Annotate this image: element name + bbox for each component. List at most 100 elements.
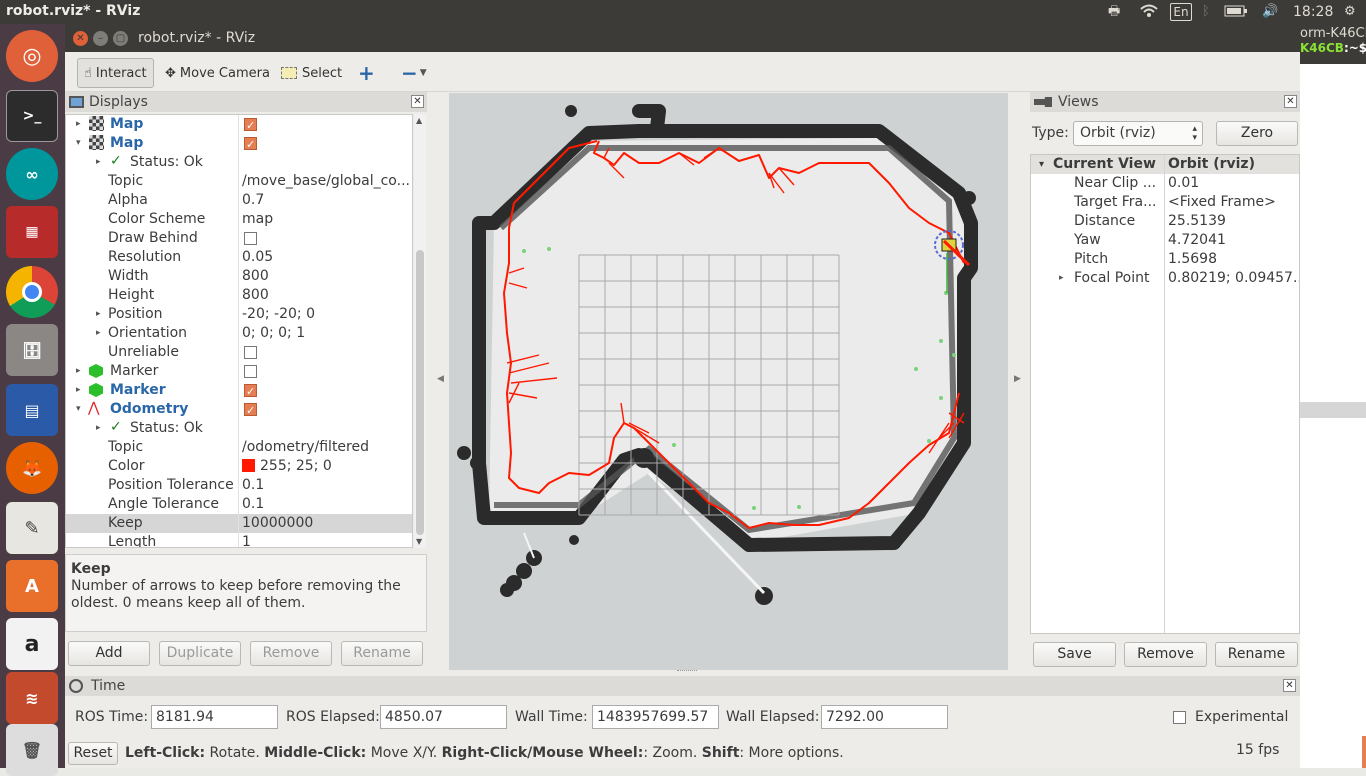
view-property-row[interactable]: Target Fra... <Fixed Frame> (1031, 193, 1299, 212)
background-terminal[interactable]: orm-K46CE K46CB:~$ (1300, 24, 1366, 768)
remove-display-button[interactable]: Remove (250, 641, 332, 666)
color-swatch[interactable] (242, 459, 255, 472)
remove-tool-button[interactable]: − ▼ (395, 58, 433, 88)
close-views-icon[interactable]: ✕ (1284, 95, 1297, 108)
maximize-window-icon[interactable]: ▢ (113, 31, 128, 46)
view-property-row[interactable]: Pitch 1.5698 (1031, 250, 1299, 269)
amazon-icon[interactable]: a (6, 618, 58, 670)
display-row[interactable]: Topic/odometry/filtered (66, 438, 412, 457)
close-panel-icon[interactable]: ✕ (411, 95, 424, 108)
close-window-icon[interactable]: ✕ (73, 31, 88, 46)
display-row[interactable]: ▸ Orientation 0; 0; 0; 1 (66, 324, 412, 343)
3d-viewport[interactable] (449, 93, 1008, 670)
expand-arrow-icon[interactable]: ▸ (76, 362, 81, 381)
ros-elapsed-field[interactable]: 4850.07 (380, 705, 507, 729)
ros-time-field[interactable]: 8181.94 (151, 705, 278, 729)
display-row-value[interactable]: 0.7 (242, 192, 264, 208)
display-row-value[interactable]: 0.05 (242, 249, 273, 265)
display-enable-checkbox[interactable] (244, 382, 257, 401)
remove-view-button[interactable]: Remove (1124, 642, 1207, 667)
expand-arrow-icon[interactable]: ▸ (96, 419, 101, 438)
display-row[interactable]: Position Tolerance 0.1 (66, 476, 412, 495)
terminal-icon[interactable]: >_ (6, 90, 58, 142)
display-row-value[interactable]: 255; 25; 0 (260, 458, 332, 474)
display-enable-checkbox[interactable] (244, 401, 257, 420)
view-property-row[interactable]: Yaw 4.72041 (1031, 231, 1299, 250)
view-property-row[interactable]: Near Clip ... 0.01 (1031, 174, 1299, 193)
expand-arrow-icon[interactable]: ▸ (96, 305, 101, 324)
display-row[interactable]: ▾ ⋀ Odometry (66, 400, 412, 420)
duplicate-display-button[interactable]: Duplicate (159, 641, 241, 666)
files-icon[interactable]: 🗄 (6, 324, 58, 376)
expand-arrow-icon[interactable]: ▸ (1059, 269, 1064, 288)
display-row-value[interactable]: map (242, 211, 273, 227)
trash-icon[interactable]: 🗑 (6, 724, 58, 776)
select-tool-button[interactable]: Select (275, 58, 348, 88)
bluetooth-icon[interactable]: ᛒ (1202, 4, 1210, 20)
display-enable-checkbox[interactable] (244, 116, 257, 135)
volume-icon[interactable]: 🔊 (1262, 4, 1278, 20)
display-enable-checkbox[interactable] (244, 232, 257, 245)
move-camera-tool-button[interactable]: ✥ Move Camera (159, 58, 276, 88)
display-row[interactable]: ▸ Marker (66, 381, 412, 401)
display-row[interactable]: ▾ Map (66, 134, 412, 154)
wall-elapsed-field[interactable]: 7292.00 (821, 705, 948, 729)
add-display-button[interactable]: Add (68, 641, 150, 666)
display-row[interactable]: Alpha 0.7 (66, 191, 412, 210)
view-property-value[interactable]: 25.5139 (1168, 212, 1299, 231)
view-property-row[interactable]: Distance 25.5139 (1031, 212, 1299, 231)
text-editor-icon[interactable]: ✎ (6, 502, 58, 554)
display-row[interactable]: Color 255; 25; 0 (66, 457, 412, 476)
display-row[interactable]: Topic/move_base/global_co... (66, 172, 412, 191)
display-row-value[interactable]: 0.1 (242, 496, 264, 512)
close-time-icon[interactable]: ✕ (1283, 679, 1296, 692)
display-row[interactable]: Angle Tolerance 0.1 (66, 495, 412, 514)
zero-view-button[interactable]: Zero (1216, 121, 1298, 146)
expand-arrow-icon[interactable]: ▾ (1039, 155, 1044, 174)
display-row[interactable]: ▸ Position -20; -20; 0 (66, 305, 412, 324)
display-row[interactable]: Height 800 (66, 286, 412, 305)
rename-display-button[interactable]: Rename (341, 641, 423, 666)
arduino-icon[interactable]: ∞ (6, 148, 58, 200)
collapse-arrow-icon[interactable]: ▾ (76, 134, 81, 153)
collapse-arrow-icon[interactable]: ▾ (76, 400, 81, 419)
battery-icon[interactable] (1224, 4, 1248, 20)
display-row-value[interactable]: 800 (242, 268, 269, 284)
display-enable-checkbox[interactable] (244, 346, 257, 359)
view-property-value[interactable]: 1.5698 (1168, 250, 1299, 269)
display-row-value[interactable]: 10000000 (242, 515, 313, 531)
current-view-row[interactable]: ▾ Current View Orbit (rviz) (1031, 155, 1299, 174)
layers-icon[interactable]: ≋ (6, 672, 58, 724)
splitter-handle[interactable] (677, 670, 697, 674)
display-enable-checkbox[interactable] (244, 365, 257, 378)
minimize-window-icon[interactable]: – (93, 31, 108, 46)
display-row[interactable]: Resolution 0.05 (66, 248, 412, 267)
view-property-value[interactable]: 4.72041 (1168, 231, 1299, 250)
display-row[interactable]: ▸ ✓ Status: Ok (66, 419, 412, 438)
clock[interactable]: 18:28 (1293, 4, 1333, 20)
expand-arrow-icon[interactable]: ▸ (96, 153, 101, 172)
add-tool-button[interactable]: + (352, 58, 381, 88)
app-red-icon[interactable]: ▦ (6, 206, 58, 258)
experimental-checkbox[interactable] (1173, 711, 1186, 724)
wifi-icon[interactable] (1140, 4, 1158, 20)
reset-button[interactable]: Reset (68, 742, 118, 765)
display-row[interactable]: Length 1 (66, 533, 412, 547)
ubuntu-logo-icon[interactable]: ◎ (6, 30, 58, 82)
display-enable-checkbox[interactable] (244, 135, 257, 154)
display-row[interactable]: Unreliable (66, 343, 412, 362)
expand-arrow-icon[interactable]: ▸ (76, 381, 81, 400)
view-property-value[interactable]: 0.80219; 0.09457... (1168, 269, 1299, 288)
collapse-right-icon[interactable]: ▶ (1014, 374, 1021, 384)
view-type-select[interactable]: Orbit (rviz) ▴ ▾ (1073, 121, 1203, 146)
rename-view-button[interactable]: Rename (1215, 642, 1298, 667)
view-property-value[interactable]: 0.01 (1168, 174, 1299, 193)
display-row-value[interactable]: 0; 0; 0; 1 (242, 325, 305, 341)
collapse-left-icon[interactable]: ◀ (437, 374, 444, 384)
libreoffice-writer-icon[interactable]: ▤ (6, 384, 58, 436)
view-property-value[interactable]: <Fixed Frame> (1168, 193, 1299, 212)
display-row[interactable]: ▸ Map (66, 115, 412, 135)
display-row[interactable]: Color Scheme map (66, 210, 412, 229)
display-row[interactable]: ▸ ✓ Status: Ok (66, 153, 412, 172)
display-row[interactable]: Draw Behind (66, 229, 412, 248)
